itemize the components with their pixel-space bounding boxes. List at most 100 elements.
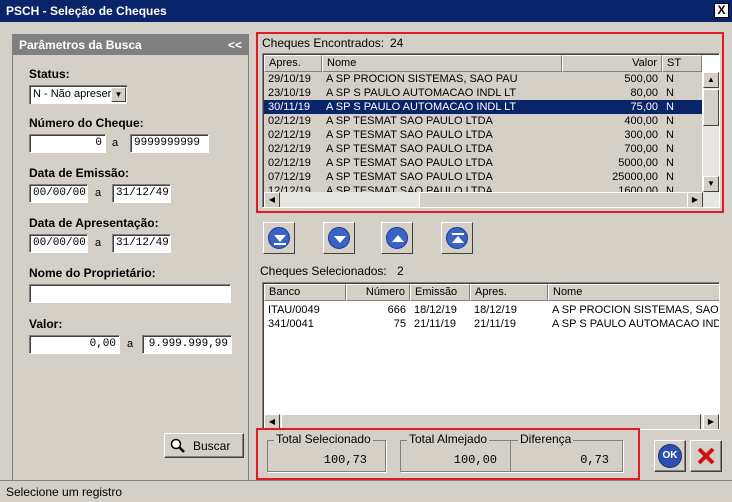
table-cell: 18/12/19 bbox=[414, 304, 457, 316]
table-row[interactable]: 02/12/19 A SP TESMAT SAO PAULO LTDA 700,00… bbox=[264, 142, 702, 156]
table-row[interactable]: 02/12/19 A SP TESMAT SAO PAULO LTDA 300,00… bbox=[264, 128, 702, 142]
emissao-to-input[interactable]: 31/12/49 bbox=[112, 184, 171, 203]
ok-button[interactable]: OK bbox=[654, 440, 686, 472]
red-x-icon bbox=[697, 447, 715, 465]
status-label: Status: bbox=[29, 67, 70, 81]
found-vertical-scrollbar[interactable]: ▲ ▼ bbox=[703, 72, 719, 207]
apresentacao-to-input[interactable]: 31/12/49 bbox=[112, 234, 171, 253]
proprietario-input[interactable] bbox=[29, 284, 231, 303]
table-cell: 30/11/19 bbox=[268, 101, 311, 113]
scroll-thumb[interactable] bbox=[419, 192, 696, 207]
ok-icon: OK bbox=[658, 444, 682, 468]
search-panel-header: Parâmetros da Busca << bbox=[13, 35, 248, 55]
scroll-left-icon[interactable]: ◀ bbox=[264, 192, 280, 207]
move-down-button[interactable] bbox=[323, 222, 355, 254]
scroll-up-icon[interactable]: ▲ bbox=[703, 72, 719, 88]
valor-from-input[interactable]: 0,00 bbox=[29, 335, 120, 354]
scroll-right-icon[interactable]: ▶ bbox=[703, 414, 719, 429]
total-selecionado-box: Total Selecionado 100,73 bbox=[267, 432, 386, 472]
table-cell: 666 bbox=[387, 304, 406, 316]
table-cell: A SP PROCION SISTEMAS, SAO PAU bbox=[326, 73, 518, 85]
selected-grid[interactable]: Banco Número Emissão Apres. Nome ITAU/00… bbox=[262, 282, 720, 430]
found-grid[interactable]: Apres. Nome Valor ST 29/10/19 A SP PROCIO… bbox=[262, 53, 720, 208]
table-cell: ITAU/0049 bbox=[268, 304, 320, 316]
cancel-button[interactable] bbox=[690, 440, 722, 472]
move-all-up-button[interactable] bbox=[441, 222, 473, 254]
table-cell: N bbox=[666, 157, 674, 169]
status-select[interactable]: N - Não apreser ▼ bbox=[29, 85, 127, 104]
table-cell: N bbox=[666, 115, 674, 127]
table-row[interactable]: 07/12/19 A SP TESMAT SAO PAULO LTDA 25000,… bbox=[264, 170, 702, 184]
column-header[interactable]: ST bbox=[662, 55, 702, 72]
table-cell: N bbox=[666, 87, 674, 99]
table-cell: A SP TESMAT SAO PAULO LTDA bbox=[326, 157, 493, 169]
cheque-to-input[interactable]: 9999999999 bbox=[130, 134, 209, 153]
move-all-down-button[interactable] bbox=[263, 222, 295, 254]
table-cell: 02/12/19 bbox=[268, 115, 311, 127]
table-cell: 21/11/19 bbox=[414, 318, 457, 330]
emissao-from-input[interactable]: 00/00/00 bbox=[29, 184, 88, 203]
column-header[interactable]: Nome bbox=[322, 55, 562, 72]
table-cell: 80,00 bbox=[630, 87, 658, 99]
column-header[interactable]: Valor bbox=[562, 55, 662, 72]
chevron-down-icon[interactable]: ▼ bbox=[111, 87, 126, 102]
found-horizontal-scrollbar[interactable]: ◀ ▶ bbox=[264, 192, 703, 207]
found-grid-header: Apres. Nome Valor ST bbox=[264, 55, 702, 72]
table-cell: N bbox=[666, 171, 674, 183]
table-row[interactable]: 02/12/19 A SP TESMAT SAO PAULO LTDA 400,00… bbox=[264, 114, 702, 128]
column-header[interactable]: Banco bbox=[264, 284, 346, 301]
table-cell: 18/12/19 bbox=[474, 304, 517, 316]
table-row[interactable]: 30/11/19 A SP S PAULO AUTOMACAO INDL LT 75… bbox=[264, 100, 702, 114]
table-cell: 07/12/19 bbox=[268, 171, 311, 183]
column-header[interactable]: Apres. bbox=[264, 55, 322, 72]
table-cell: 700,00 bbox=[624, 143, 658, 155]
scroll-down-icon[interactable]: ▼ bbox=[703, 176, 719, 192]
table-cell: A SP S PAULO AUTOMACAO INDL LT bbox=[326, 101, 517, 113]
search-panel-title: Parâmetros da Busca bbox=[19, 38, 142, 52]
table-cell: 25000,00 bbox=[612, 171, 658, 183]
table-cell: A SP TESMAT SAO PAULO LTDA bbox=[326, 115, 493, 127]
column-header[interactable]: Emissão bbox=[410, 284, 470, 301]
apresentacao-label: Data de Apresentação: bbox=[29, 216, 159, 230]
table-row[interactable]: 29/10/19 A SP PROCION SISTEMAS, SAO PAU 50… bbox=[264, 72, 702, 86]
window-title: PSCH - Seleção de Cheques bbox=[6, 4, 167, 18]
cheque-from-input[interactable]: 0 bbox=[29, 134, 106, 153]
table-cell: N bbox=[666, 73, 674, 85]
arrow-up-icon bbox=[386, 227, 408, 249]
cheque-number-label: Número do Cheque: bbox=[29, 116, 144, 130]
valor-to-input[interactable]: 9.999.999,99 bbox=[142, 335, 232, 354]
title-bar: PSCH - Seleção de Cheques X bbox=[0, 0, 732, 22]
window-client: Parâmetros da Busca << Status: N - Não a… bbox=[0, 22, 732, 484]
table-cell: 400,00 bbox=[624, 115, 658, 127]
selected-count: 2 bbox=[397, 264, 404, 278]
valor-label: Valor: bbox=[29, 317, 63, 331]
table-row[interactable]: 341/0041 75 21/11/19 21/11/19 A SP S PAULO A… bbox=[264, 317, 719, 331]
found-rows: 29/10/19 A SP PROCION SISTEMAS, SAO PAU 50… bbox=[264, 72, 702, 198]
table-cell: A SP TESMAT SAO PAULO LTDA bbox=[326, 129, 493, 141]
column-header[interactable]: Nome bbox=[548, 284, 719, 301]
table-row[interactable]: 02/12/19 A SP TESMAT SAO PAULO LTDA 5000,0… bbox=[264, 156, 702, 170]
close-button[interactable]: X bbox=[714, 3, 729, 18]
range-separator: a bbox=[127, 338, 134, 350]
table-row[interactable]: 23/10/19 A SP S PAULO AUTOMACAO INDL LT 80… bbox=[264, 86, 702, 100]
total-selecionado-label: Total Selecionado bbox=[274, 432, 373, 446]
range-separator: a bbox=[95, 187, 102, 199]
collapse-button[interactable]: << bbox=[228, 38, 242, 52]
emissao-label: Data de Emissão: bbox=[29, 166, 130, 180]
magnifier-icon bbox=[170, 438, 185, 453]
double-arrow-up-icon bbox=[446, 227, 468, 249]
scroll-right-icon[interactable]: ▶ bbox=[687, 192, 703, 207]
table-cell: 5000,00 bbox=[618, 157, 658, 169]
move-up-button[interactable] bbox=[381, 222, 413, 254]
table-cell: 75 bbox=[393, 318, 406, 330]
search-button[interactable]: Buscar bbox=[164, 433, 244, 458]
total-almejado-label: Total Almejado bbox=[407, 432, 490, 446]
divider bbox=[510, 441, 511, 471]
column-header[interactable]: Número bbox=[346, 284, 410, 301]
proprietario-label: Nome do Proprietário: bbox=[29, 266, 156, 280]
table-row[interactable]: ITAU/0049 666 18/12/19 18/12/19 A SP PROCION… bbox=[264, 303, 720, 317]
scroll-thumb[interactable] bbox=[703, 89, 719, 126]
column-header[interactable]: Apres. bbox=[470, 284, 548, 301]
apresentacao-from-input[interactable]: 00/00/00 bbox=[29, 234, 88, 253]
table-cell: A SP PROCION SISTEMAS, SAO P bbox=[552, 304, 720, 316]
